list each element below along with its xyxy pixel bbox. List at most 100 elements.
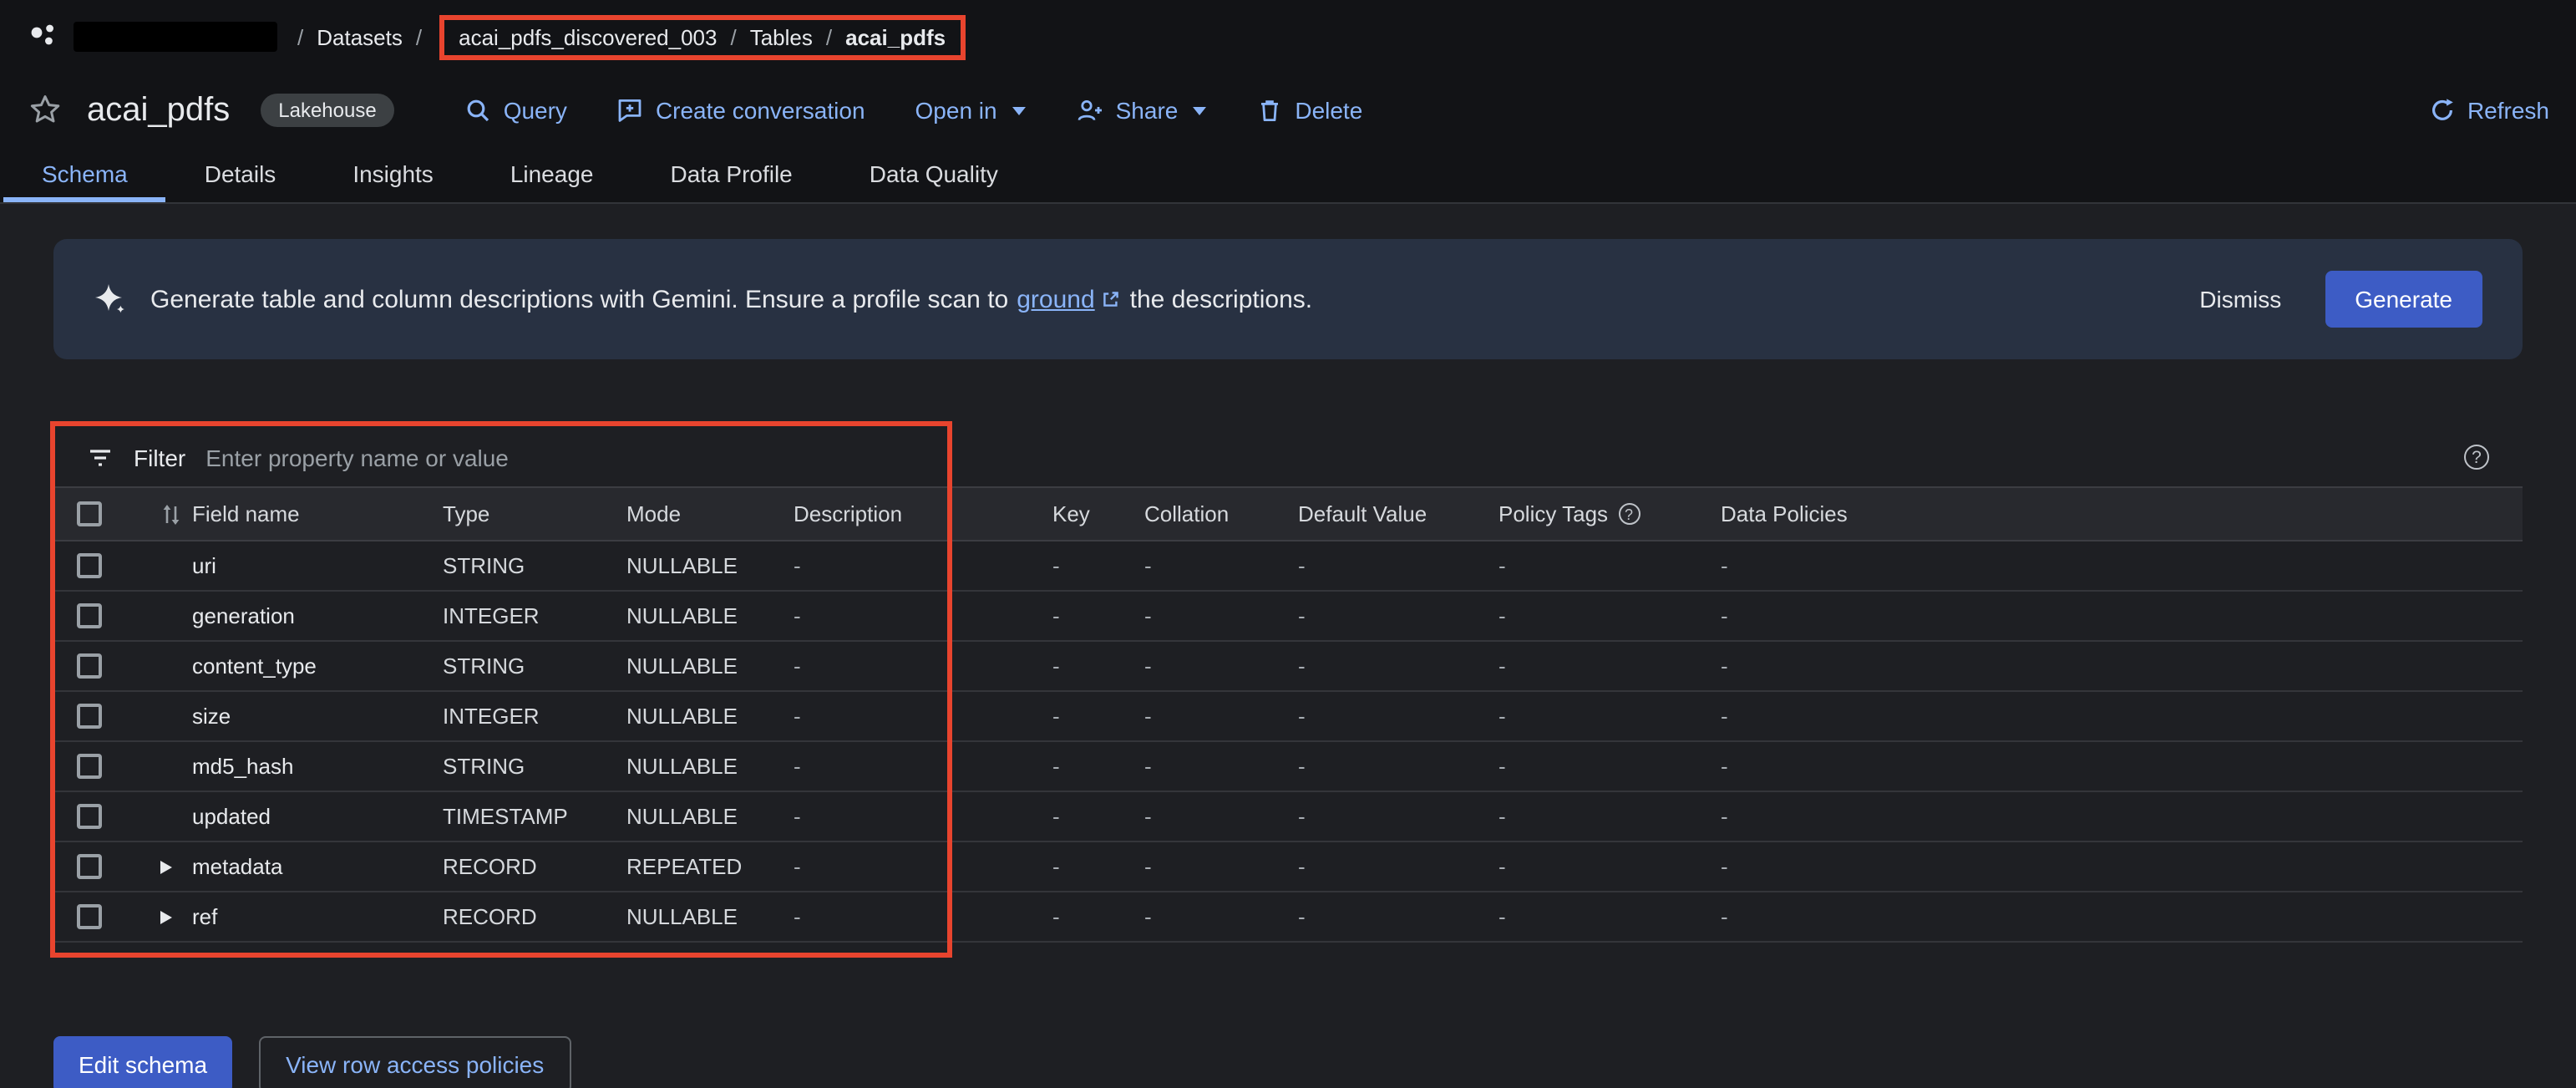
dismiss-button[interactable]: Dismiss [2179, 272, 2301, 326]
cell-key: - [1044, 792, 1136, 841]
trash-icon [1256, 97, 1283, 124]
view-row-access-policies-button[interactable]: View row access policies [259, 1036, 570, 1088]
annotation-box-breadcrumb: acai_pdfs_discovered_003 / Tables / acai… [439, 14, 966, 59]
cell-field-name: content_type [184, 642, 434, 690]
column-header-type: Type [434, 488, 618, 540]
product-logo-icon [27, 20, 60, 53]
breadcrumb-tables[interactable]: Tables [750, 24, 813, 49]
redacted-project-name [74, 22, 277, 52]
cell-mode: NULLABLE [618, 742, 785, 791]
breadcrumb-separator: / [730, 24, 736, 49]
tab-insights[interactable]: Insights [314, 147, 472, 202]
column-header-policy-tags: Policy Tags [1490, 488, 1712, 540]
select-all-checkbox[interactable] [77, 501, 102, 526]
cell-collation: - [1136, 592, 1290, 640]
query-button[interactable]: Query [465, 97, 567, 124]
cell-type: INTEGER [434, 592, 618, 640]
cell-collation: - [1136, 842, 1290, 891]
share-dropdown[interactable]: Share [1076, 97, 1207, 124]
breadcrumb-separator: / [416, 24, 422, 49]
row-checkbox[interactable] [77, 704, 102, 729]
cell-policy-tags: - [1490, 692, 1712, 740]
tab-lineage[interactable]: Lineage [472, 147, 632, 202]
tab-data-profile[interactable]: Data Profile [631, 147, 830, 202]
cell-type: STRING [434, 742, 618, 791]
filter-input[interactable] [205, 444, 2444, 470]
generate-button[interactable]: Generate [2325, 271, 2482, 328]
column-header-data-policies: Data Policies [1712, 488, 2523, 540]
table-row: size INTEGER NULLABLE - - - - - - [53, 692, 2523, 742]
edit-schema-button[interactable]: Edit schema [53, 1036, 232, 1088]
cell-key: - [1044, 892, 1136, 941]
cell-description: - [785, 642, 1044, 690]
breadcrumb-dataset-name[interactable]: acai_pdfs_discovered_003 [459, 24, 717, 49]
filter-label: Filter [134, 444, 185, 470]
cell-field-name: size [184, 692, 434, 740]
tab-data-quality[interactable]: Data Quality [831, 147, 1037, 202]
create-conversation-button[interactable]: Create conversation [617, 97, 865, 124]
cell-default-value: - [1290, 892, 1490, 941]
action-buttons: Query Create conversation Open in [465, 97, 1363, 124]
cell-collation: - [1136, 892, 1290, 941]
column-header-default-value: Default Value [1290, 488, 1490, 540]
cell-data-policies: - [1712, 592, 2523, 640]
breadcrumb-datasets[interactable]: Datasets [317, 24, 403, 49]
chat-plus-icon [617, 97, 644, 124]
cell-mode: NULLABLE [618, 592, 785, 640]
delete-button[interactable]: Delete [1256, 97, 1362, 124]
row-checkbox[interactable] [77, 904, 102, 929]
expand-arrow-icon[interactable] [160, 910, 172, 923]
cell-collation: - [1136, 692, 1290, 740]
cell-key: - [1044, 842, 1136, 891]
expand-arrow-icon[interactable] [160, 860, 172, 873]
table-row: metadata RECORD REPEATED - - - - - - [53, 842, 2523, 892]
tab-schema[interactable]: Schema [3, 147, 166, 202]
cell-description: - [785, 742, 1044, 791]
cell-field-name: ref [184, 892, 434, 941]
ground-link[interactable]: ground [1017, 285, 1094, 313]
breadcrumb-table-name: acai_pdfs [845, 24, 946, 49]
cell-type: TIMESTAMP [434, 792, 618, 841]
row-checkbox[interactable] [77, 603, 102, 628]
row-checkbox[interactable] [77, 854, 102, 879]
tab-bar: Schema Details Insights Lineage Data Pro… [0, 147, 2576, 204]
row-checkbox[interactable] [77, 553, 102, 578]
footer-actions: Edit schema View row access policies [53, 1036, 2523, 1088]
table-header-row: Field name Type Mode Description Key Col… [53, 488, 2523, 541]
schema-table-card: Filter Field name Type Mode Description … [53, 428, 2523, 943]
cell-description: - [785, 592, 1044, 640]
lakehouse-badge: Lakehouse [260, 94, 394, 127]
cell-type: RECORD [434, 842, 618, 891]
favorite-star-icon[interactable] [27, 92, 63, 129]
cell-collation: - [1136, 642, 1290, 690]
open-in-dropdown[interactable]: Open in [915, 97, 1026, 124]
title-action-bar: acai_pdfs Lakehouse Query Create convers… [0, 74, 2576, 147]
refresh-button[interactable]: Refresh [2429, 97, 2549, 124]
tab-details[interactable]: Details [166, 147, 315, 202]
cell-mode: REPEATED [618, 842, 785, 891]
search-icon [465, 97, 492, 124]
row-checkbox[interactable] [77, 754, 102, 779]
column-header-key: Key [1044, 488, 1136, 540]
column-header-field-name[interactable]: Field name [184, 488, 434, 540]
breadcrumb: / Datasets / acai_pdfs_discovered_003 / … [0, 0, 2576, 74]
cell-description: - [785, 541, 1044, 590]
table-row: uri STRING NULLABLE - - - - - - [53, 541, 2523, 592]
sort-icon[interactable] [160, 502, 182, 526]
cell-type: RECORD [434, 892, 618, 941]
cell-default-value: - [1290, 541, 1490, 590]
cell-key: - [1044, 692, 1136, 740]
gemini-sparkle-icon [94, 282, 127, 316]
cell-description: - [785, 892, 1044, 941]
row-checkbox[interactable] [77, 804, 102, 829]
cell-mode: NULLABLE [618, 792, 785, 841]
cell-key: - [1044, 642, 1136, 690]
cell-field-name: metadata [184, 842, 434, 891]
row-checkbox[interactable] [77, 653, 102, 679]
cell-default-value: - [1290, 642, 1490, 690]
policy-tags-help-icon[interactable] [1618, 503, 1640, 525]
cell-default-value: - [1290, 742, 1490, 791]
cell-policy-tags: - [1490, 642, 1712, 690]
help-icon[interactable] [2464, 445, 2489, 470]
table-row: ref RECORD NULLABLE - - - - - - [53, 892, 2523, 943]
